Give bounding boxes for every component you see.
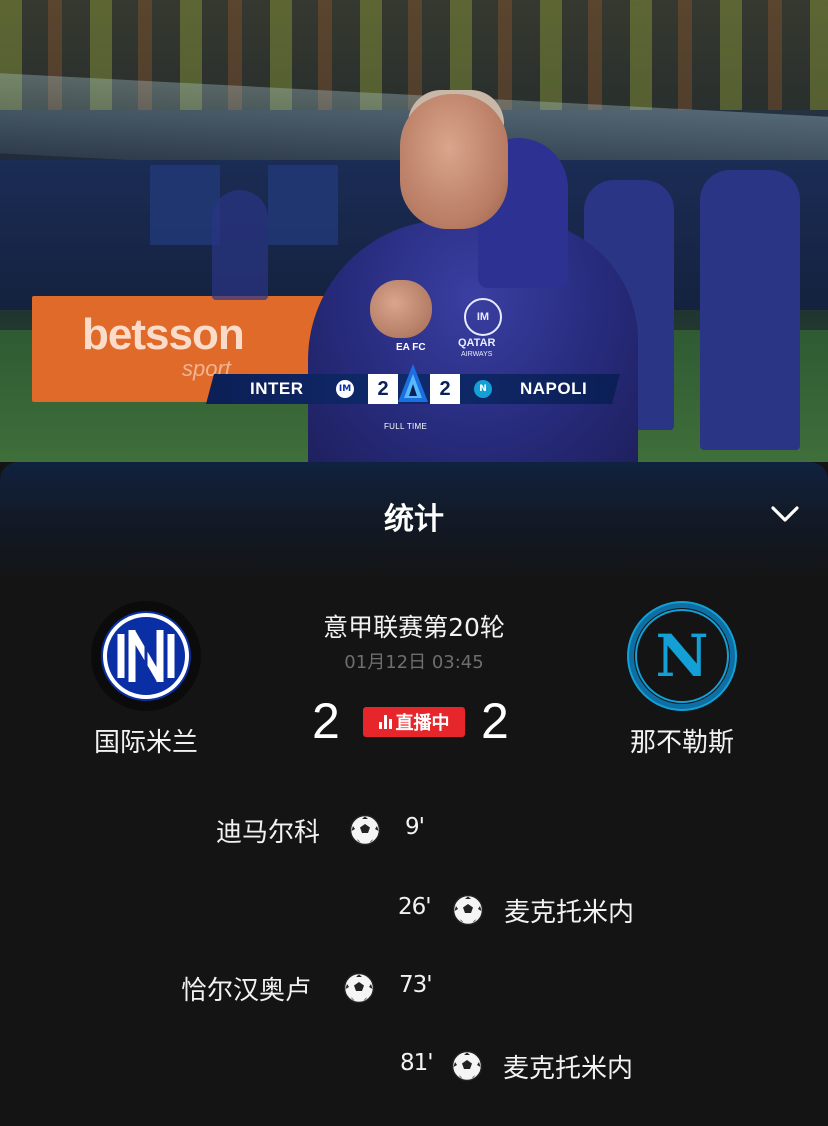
scoreboard-away-team: NAPOLI [520,379,588,398]
home-team-name: 国际米兰 [93,728,198,758]
player-figure [308,90,638,462]
event-player: 恰尔汉奥卢 [181,976,312,1006]
chevron-down-icon[interactable] [768,498,802,528]
away-score: 2 [481,693,509,749]
event-player: 迪马尔科 [216,818,321,848]
soccer-ball-icon [451,1050,483,1082]
event-minute: 9' [405,814,425,840]
inter-mini-icon: IM [336,380,354,398]
goal-event: 恰尔汉奥卢 73' [0,970,828,1010]
video-player[interactable]: betsson sport IM QATAR AIRWAYS EA FC INT… [0,0,828,462]
napoli-mini-icon: N [474,380,492,398]
scoreboard-status: FULL TIME [384,422,428,431]
soccer-ball-icon [343,972,375,1004]
goal-event: 26' 麦克托米内 [0,892,828,932]
soccer-ball-icon [452,894,484,926]
goal-event: 迪马尔科 9' [0,812,828,852]
background-player [700,170,800,450]
inter-crest-on-jacket: IM [464,298,502,336]
soccer-ball-icon [349,814,381,846]
panel-title: 统计 [384,502,444,537]
live-signal-icon [378,715,392,729]
scoreboard-away-score: 2 [430,374,460,404]
sponsor-text: QATAR AIRWAYS [458,337,496,359]
event-minute: 81' [400,1050,434,1076]
away-team-name: 那不勒斯 [629,728,734,758]
live-badge[interactable]: 直播中 [363,707,465,737]
stats-panel: 统计 国际米兰 N 那不勒斯 意甲联赛第20轮 01月12日 03:45 2 直… [0,462,828,1126]
ad-brand: betsson [82,310,245,359]
background-player [212,190,268,300]
match-datetime: 01月12日 03:45 [344,652,484,673]
scoreboard-home-score: 2 [368,374,398,404]
event-player: 麦克托米内 [503,1054,634,1084]
tv-scoreboard: INTER IM 2 2 N NAPOLI [206,364,620,404]
event-minute: 73' [399,972,433,998]
serie-a-logo-icon [398,364,428,402]
goal-event: 81' 麦克托米内 [0,1048,828,1088]
scoreboard-home-team: INTER [250,379,304,398]
kit-logo: EA FC [396,342,426,353]
live-label: 直播中 [395,713,450,734]
bench-banner [150,165,220,245]
competition-label: 意甲联赛第20轮 [323,613,505,642]
event-player: 麦克托米内 [504,898,635,928]
home-score: 2 [312,693,340,749]
event-minute: 26' [398,894,432,920]
